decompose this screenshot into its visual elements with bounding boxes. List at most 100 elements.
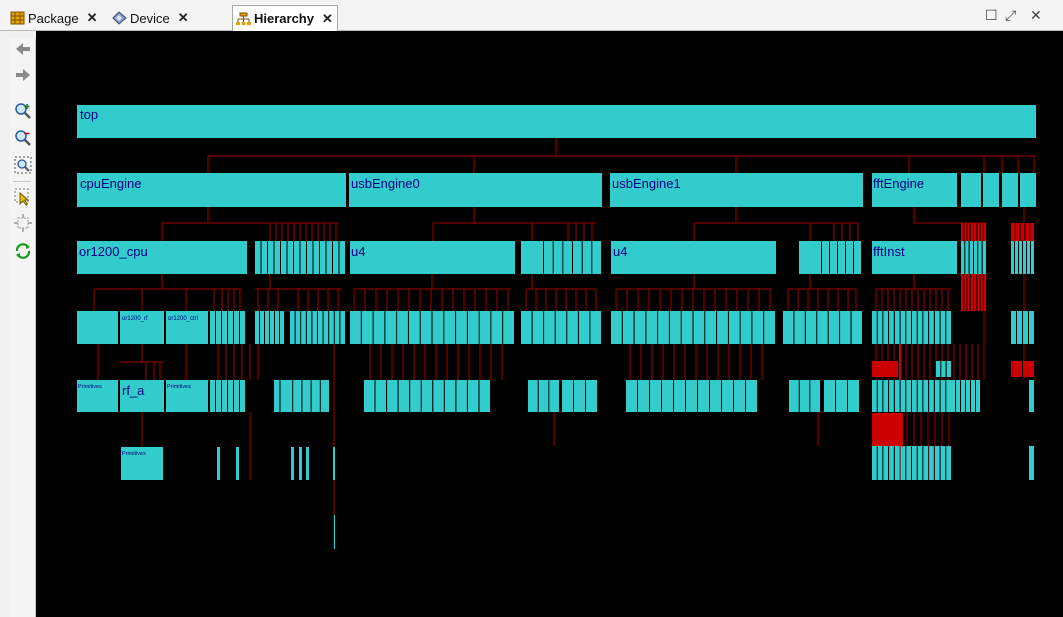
hierarchy-cell[interactable] bbox=[936, 361, 941, 377]
hierarchy-cell[interactable] bbox=[1011, 311, 1016, 344]
hierarchy-cell[interactable] bbox=[964, 223, 967, 241]
hierarchy-cell[interactable] bbox=[889, 311, 894, 344]
float-icon[interactable]: ⤢ bbox=[1005, 7, 1016, 24]
hierarchy-cell[interactable] bbox=[906, 311, 911, 344]
hierarchy-cell[interactable] bbox=[961, 274, 964, 311]
hierarchy-cell[interactable] bbox=[848, 380, 859, 412]
hierarchy-cell[interactable] bbox=[883, 446, 889, 480]
hierarchy-cell[interactable] bbox=[710, 380, 721, 412]
hierarchy-cell[interactable] bbox=[638, 380, 649, 412]
hierarchy-cell[interactable] bbox=[611, 311, 622, 344]
hierarchy-cell[interactable] bbox=[538, 380, 549, 412]
hierarchy-cell[interactable] bbox=[1011, 361, 1022, 377]
hierarchy-cell[interactable] bbox=[965, 241, 969, 274]
hierarchy-cell[interactable] bbox=[764, 311, 775, 344]
hierarchy-cell[interactable] bbox=[974, 223, 977, 241]
close-window-icon[interactable]: ✕ bbox=[1030, 7, 1042, 24]
hierarchy-cell[interactable] bbox=[432, 311, 444, 344]
hierarchy-cell[interactable] bbox=[877, 446, 883, 480]
hierarchy-cell[interactable] bbox=[658, 311, 669, 344]
hierarchy-cell[interactable] bbox=[783, 311, 794, 344]
hierarchy-cell[interactable] bbox=[822, 241, 829, 274]
hierarchy-cell[interactable] bbox=[295, 311, 301, 344]
cell-u1-usb0[interactable] bbox=[521, 241, 543, 274]
hierarchy-cell[interactable] bbox=[681, 311, 693, 344]
hierarchy-cell[interactable] bbox=[622, 311, 634, 344]
hierarchy-cell[interactable] bbox=[900, 380, 906, 412]
hierarchy-cell[interactable] bbox=[662, 380, 673, 412]
hierarchy-cell[interactable] bbox=[974, 241, 978, 274]
hierarchy-cell[interactable] bbox=[334, 515, 335, 549]
hierarchy-cell[interactable] bbox=[397, 311, 408, 344]
hierarchy-cell[interactable] bbox=[567, 311, 578, 344]
hierarchy-cell[interactable] bbox=[872, 446, 877, 480]
hierarchy-cell[interactable] bbox=[877, 380, 883, 412]
hierarchy-cell[interactable] bbox=[917, 380, 923, 412]
hierarchy-cell[interactable] bbox=[320, 241, 326, 274]
hierarchy-cell[interactable] bbox=[961, 380, 965, 412]
hierarchy-cell[interactable] bbox=[626, 380, 637, 412]
hierarchy-cell[interactable] bbox=[521, 311, 532, 344]
hierarchy-cell[interactable] bbox=[974, 274, 977, 311]
hierarchy-cell[interactable] bbox=[421, 380, 433, 412]
hierarchy-cell[interactable] bbox=[444, 380, 456, 412]
hierarchy-cell[interactable] bbox=[275, 311, 279, 344]
cell-u4-usb0[interactable] bbox=[350, 241, 515, 274]
hierarchy-cell[interactable] bbox=[674, 380, 685, 412]
hierarchy-cell[interactable] bbox=[222, 380, 227, 412]
hierarchy-cell[interactable] bbox=[1027, 241, 1030, 274]
hierarchy-cell[interactable] bbox=[1011, 223, 1015, 241]
hierarchy-cell[interactable] bbox=[1011, 241, 1014, 274]
hierarchy-cell[interactable] bbox=[217, 447, 220, 480]
hierarchy-cell[interactable] bbox=[323, 311, 329, 344]
hierarchy-cell[interactable] bbox=[592, 241, 601, 274]
hierarchy-cell[interactable] bbox=[941, 361, 946, 377]
hierarchy-cell[interactable] bbox=[329, 311, 334, 344]
hierarchy-cell[interactable] bbox=[977, 223, 980, 241]
hierarchy-cell[interactable] bbox=[840, 311, 851, 344]
hierarchy-cell[interactable] bbox=[934, 446, 940, 480]
hierarchy-cell[interactable] bbox=[290, 311, 295, 344]
hierarchy-cell[interactable] bbox=[967, 274, 970, 311]
hierarchy-cell[interactable] bbox=[1029, 311, 1034, 344]
hierarchy-cell[interactable] bbox=[929, 380, 934, 412]
hierarchy-cell[interactable] bbox=[281, 241, 287, 274]
hierarchy-cell[interactable] bbox=[912, 446, 917, 480]
hierarchy-cell[interactable] bbox=[810, 380, 820, 412]
close-icon[interactable]: ✕ bbox=[322, 11, 333, 27]
hierarchy-cell[interactable] bbox=[467, 311, 479, 344]
hierarchy-cell[interactable] bbox=[830, 241, 837, 274]
hierarchy-cell[interactable] bbox=[456, 380, 467, 412]
zoom-fit-icon[interactable] bbox=[14, 156, 32, 174]
hierarchy-cell[interactable] bbox=[216, 311, 221, 344]
hierarchy-cell[interactable] bbox=[210, 380, 215, 412]
hierarchy-cell[interactable] bbox=[456, 311, 467, 344]
hierarchy-cell[interactable] bbox=[940, 380, 946, 412]
hierarchy-cell[interactable] bbox=[961, 173, 981, 207]
hierarchy-cell[interactable] bbox=[387, 380, 398, 412]
hierarchy-cell[interactable] bbox=[326, 241, 333, 274]
hierarchy-cell[interactable] bbox=[846, 241, 853, 274]
hierarchy-cell[interactable] bbox=[313, 241, 320, 274]
hierarchy-cell[interactable] bbox=[1002, 173, 1018, 207]
forward-arrow-icon[interactable] bbox=[14, 66, 32, 84]
hierarchy-cell[interactable] bbox=[293, 380, 302, 412]
zoom-out-icon[interactable] bbox=[14, 129, 32, 147]
hierarchy-cell[interactable] bbox=[728, 311, 740, 344]
hierarchy-cell[interactable] bbox=[306, 447, 309, 480]
hierarchy-cell[interactable] bbox=[686, 380, 697, 412]
hierarchy-cell[interactable] bbox=[940, 311, 946, 344]
hierarchy-cell[interactable] bbox=[946, 311, 951, 344]
hierarchy-cell[interactable] bbox=[1029, 446, 1034, 480]
hierarchy-cell[interactable] bbox=[969, 241, 973, 274]
hierarchy-cell[interactable] bbox=[563, 241, 572, 274]
zoom-in-icon[interactable] bbox=[14, 102, 32, 120]
hierarchy-cell[interactable] bbox=[503, 311, 514, 344]
hierarchy-cell[interactable] bbox=[929, 311, 934, 344]
hierarchy-cell[interactable] bbox=[917, 446, 923, 480]
hierarchy-cell[interactable] bbox=[312, 311, 317, 344]
cell-top[interactable] bbox=[77, 105, 1036, 138]
hierarchy-cell[interactable] bbox=[902, 413, 903, 447]
hierarchy-cell[interactable] bbox=[1017, 311, 1022, 344]
cell-primitives-cpu[interactable] bbox=[77, 311, 118, 344]
